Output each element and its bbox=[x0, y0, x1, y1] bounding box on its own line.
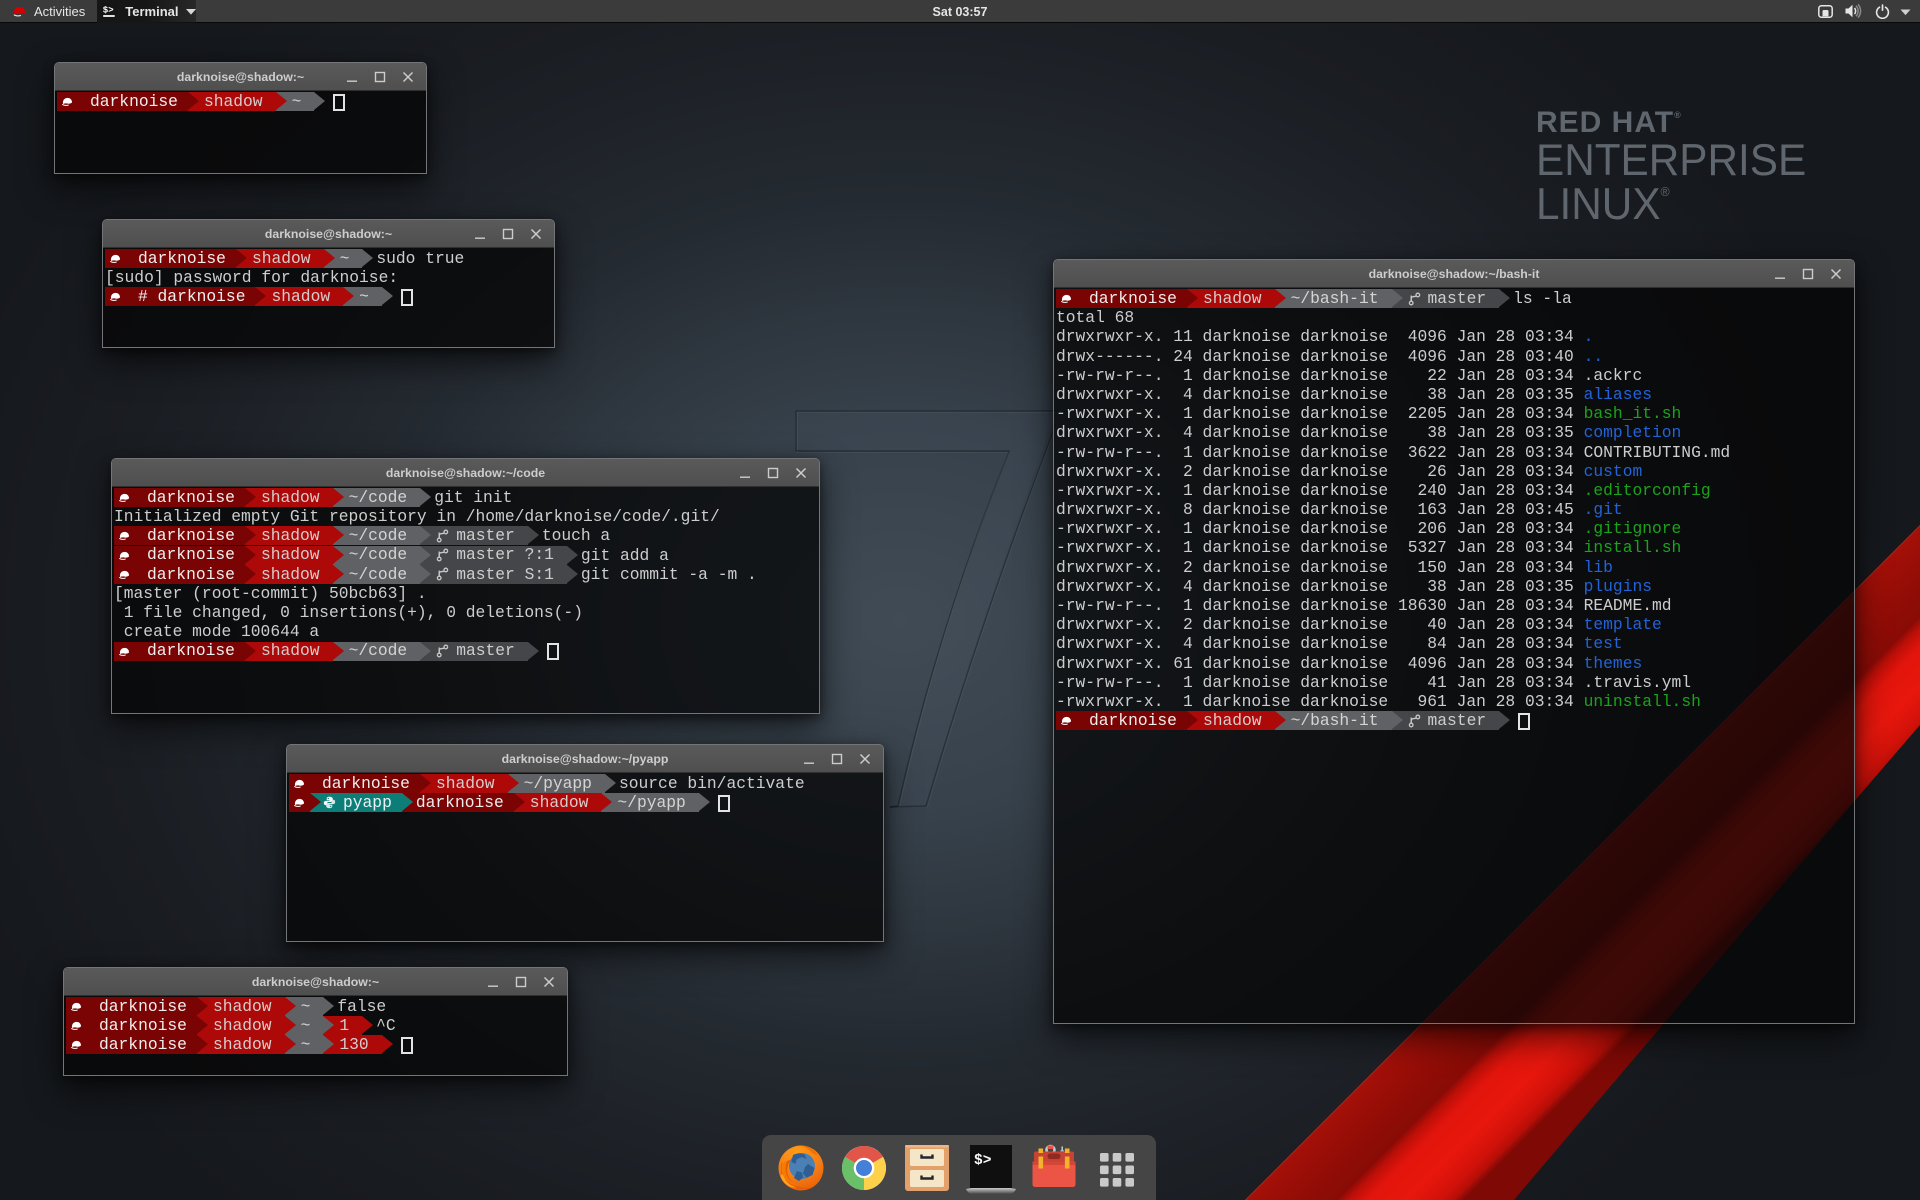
svg-text:$>: $> bbox=[974, 1153, 991, 1169]
